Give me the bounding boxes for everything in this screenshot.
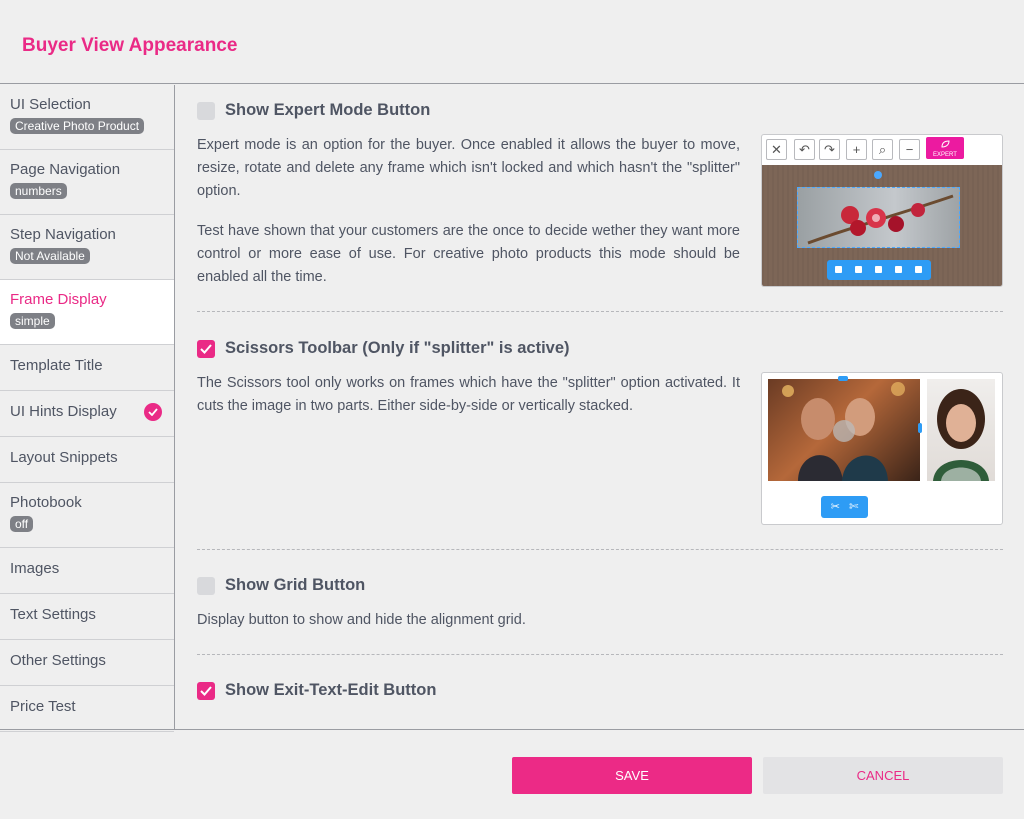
expert-mode-preview: ✕ ↶ ↷ + ⌕ − EXPERT <box>761 134 1003 287</box>
sidebar-item-label: Price Test <box>10 698 76 715</box>
scissors-toolbar-heading: Scissors Toolbar (Only if "splitter" is … <box>197 339 570 358</box>
sidebar-item-price-test[interactable]: Price Test <box>0 686 174 732</box>
search-icon: ⌕ <box>872 139 893 160</box>
settings-panel: Show Expert Mode Button Expert mode is a… <box>176 85 1024 729</box>
scissors-toolbar-description: The Scissors tool only works on frames w… <box>197 375 740 414</box>
cancel-button[interactable]: CANCEL <box>763 757 1003 794</box>
grid-button-title: Show Grid Button <box>225 576 366 594</box>
woman-portrait-photo <box>927 379 995 481</box>
grid-button-description: Display button to show and hide the alig… <box>197 612 526 628</box>
sidebar-item-label: Template Title <box>10 357 103 374</box>
sidebar-item-label: Page Navigation <box>10 161 121 178</box>
sidebar-item-photobook[interactable]: Photobook off <box>0 483 174 548</box>
sidebar-item-label: Other Settings <box>10 652 106 669</box>
couple-photo <box>768 379 920 481</box>
sidebar-item-text-settings[interactable]: Text Settings <box>0 594 174 640</box>
status-badge: off <box>10 516 34 532</box>
frame-toolbar <box>827 260 931 280</box>
expert-mode-checkbox[interactable] <box>197 101 215 120</box>
sidebar-item-template-title[interactable]: Template Title <box>0 345 174 391</box>
sidebar-item-step-navigation[interactable]: Step Navigation Not Available <box>0 215 174 280</box>
expert-button: EXPERT <box>926 137 964 159</box>
plus-icon: + <box>846 139 867 160</box>
leaf-icon <box>941 140 950 148</box>
expert-mode-note: Test have shown that your customers are … <box>197 223 740 285</box>
grid-button-heading: Show Grid Button <box>197 576 365 595</box>
dialog-footer: SAVE CANCEL <box>0 729 1024 819</box>
sidebar-item-ui-hints-display[interactable]: UI Hints Display <box>0 391 174 437</box>
scissors-vertical-icon: ✄ <box>849 501 859 513</box>
split-handle <box>918 423 922 433</box>
undo-icon: ↶ <box>794 139 815 160</box>
status-badge: Creative Photo Product <box>10 118 145 134</box>
wood-background-image <box>762 165 1002 286</box>
sidebar-item-frame-display[interactable]: Frame Display simple <box>0 280 174 345</box>
coffee-cherry-photo <box>797 187 960 248</box>
redo-icon: ↷ <box>819 139 840 160</box>
page-header: Buyer View Appearance <box>0 0 1024 84</box>
sidebar-item-other-settings[interactable]: Other Settings <box>0 640 174 686</box>
sidebar-item-label: Text Settings <box>10 606 96 623</box>
sidebar-item-label: Frame Display <box>10 291 107 308</box>
sidebar-item-label: Layout Snippets <box>10 449 118 466</box>
sidebar-item-page-navigation[interactable]: Page Navigation numbers <box>0 150 174 215</box>
status-badge: Not Available <box>10 248 90 264</box>
sidebar-item-ui-selection[interactable]: UI Selection Creative Photo Product <box>0 85 174 150</box>
scissors-preview: ✂ ✄ <box>761 372 1003 525</box>
expert-mode-title: Show Expert Mode Button <box>225 101 431 119</box>
sidebar-item-label: Step Navigation <box>10 226 116 243</box>
sidebar-item-layout-snippets[interactable]: Layout Snippets <box>0 437 174 483</box>
exit-text-edit-heading: Show Exit-Text-Edit Button <box>197 681 436 700</box>
sidebar: UI Selection Creative Photo Product Page… <box>0 85 175 732</box>
sidebar-item-label: Photobook <box>10 494 82 511</box>
expert-button-label: EXPERT <box>933 152 957 158</box>
exit-text-edit-checkbox[interactable] <box>197 681 215 700</box>
sidebar-item-images[interactable]: Images <box>0 548 174 594</box>
exit-text-edit-title: Show Exit-Text-Edit Button <box>225 681 437 699</box>
scissors-icon: ✂ <box>830 501 840 513</box>
expert-mode-description: Expert mode is an option for the buyer. … <box>197 137 740 199</box>
sidebar-item-label: UI Selection <box>10 96 91 113</box>
save-button[interactable]: SAVE <box>512 757 752 794</box>
scissors-toolbar-title: Scissors Toolbar (Only if "splitter" is … <box>225 339 570 357</box>
section-divider <box>197 311 1003 312</box>
section-divider <box>197 549 1003 550</box>
minus-icon: − <box>899 139 920 160</box>
scissors-toolbar: ✂ ✄ <box>821 496 868 518</box>
close-icon: ✕ <box>766 139 787 160</box>
page-title: Buyer View Appearance <box>22 35 238 56</box>
check-circle-icon <box>144 403 162 421</box>
grid-button-checkbox[interactable] <box>197 576 215 595</box>
rotate-handle <box>874 171 882 179</box>
status-badge: simple <box>10 313 55 329</box>
scissors-toolbar-checkbox[interactable] <box>197 339 215 358</box>
expert-mode-heading: Show Expert Mode Button <box>197 101 430 120</box>
status-badge: numbers <box>10 183 67 199</box>
section-divider <box>197 654 1003 655</box>
sidebar-item-label: Images <box>10 560 60 577</box>
split-handle <box>838 376 848 381</box>
